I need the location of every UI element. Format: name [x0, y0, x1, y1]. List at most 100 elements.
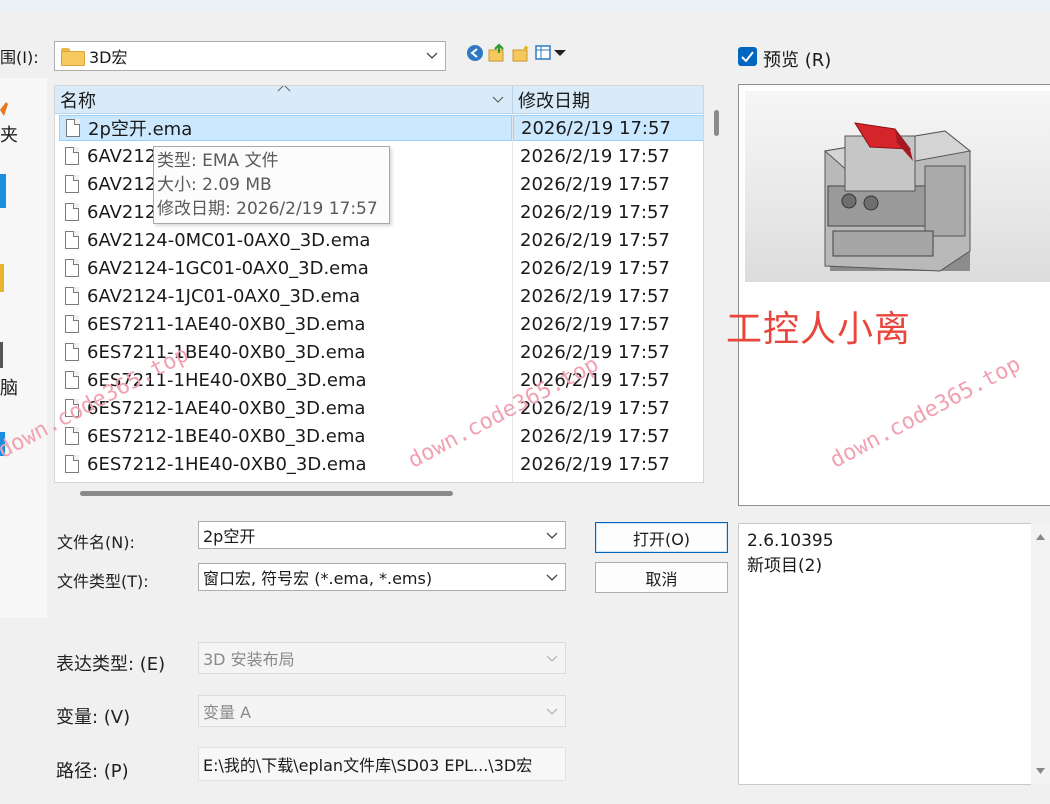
representation-type-value: 3D 安装布局 [203, 650, 295, 669]
file-name: 6AV2124-1GC01-0AX0_3D.ema [87, 257, 369, 279]
preview-info-project: 新项目(2) [747, 556, 823, 576]
file-name: 6ES7212-1HE40-0XB0_3D.ema [87, 453, 367, 475]
look-in-combobox[interactable]: 3D宏 [54, 41, 446, 71]
chevron-down-icon [546, 708, 558, 715]
file-icon [65, 343, 79, 361]
file-name: 6ES7212-1BE40-0XB0_3D.ema [87, 425, 366, 447]
file-row[interactable]: 6AV2124-1GC01-0AX0_3D.ema 2026/2/19 17:57 [55, 254, 703, 282]
file-row[interactable]: 6ES7212-1AE40-0XB0_3D.ema 2026/2/19 17:57 [55, 394, 703, 422]
places-item-desktop[interactable] [0, 174, 47, 208]
file-name-cell[interactable]: 6AV2124-1GC01-0AX0_3D.ema [59, 255, 512, 281]
places-item-computer[interactable]: 脑 [0, 342, 47, 400]
file-icon [65, 287, 79, 305]
file-icon [66, 119, 80, 137]
file-name-cell[interactable]: 6AV2124-0MC01-0AX0_3D.ema [59, 227, 512, 253]
file-date: 2026/2/19 17:57 [520, 453, 670, 475]
file-date: 2026/2/19 17:57 [520, 201, 670, 223]
places-bar: 夹 脑 [0, 78, 47, 618]
chevron-down-icon[interactable] [491, 94, 505, 106]
variant-value: 变量 A [203, 703, 252, 722]
file-date: 2026/2/19 17:57 [520, 229, 670, 251]
file-icon [65, 147, 79, 165]
column-header-date[interactable]: 修改日期 [513, 86, 703, 114]
representation-type-label: 表达类型: (E) [56, 654, 166, 675]
file-name: 6AV212 [87, 173, 157, 195]
file-date: 2026/2/19 17:57 [513, 115, 703, 141]
preview-info-version: 2.6.10395 [747, 531, 834, 551]
file-name: 6AV212 [87, 145, 157, 167]
back-icon[interactable] [464, 43, 486, 63]
up-folder-icon[interactable] [486, 43, 508, 63]
variant-select[interactable]: 变量 A [198, 695, 566, 727]
vertical-scrollbar-thumb[interactable] [714, 110, 719, 136]
path-field[interactable]: E:\我的\下载\eplan文件库\SD03 EPL...\3D宏 [198, 747, 566, 781]
cancel-button[interactable]: 取消 [595, 562, 728, 593]
filetype-value: 窗口宏, 符号宏 (*.ema, *.ems) [203, 569, 433, 588]
file-date: 2026/2/19 17:57 [520, 257, 670, 279]
variant-label: 变量: (V) [56, 707, 131, 728]
file-icon [65, 231, 79, 249]
file-row[interactable]: 2p空开.ema 2026/2/19 17:57 [55, 114, 703, 142]
file-list[interactable]: 名称 修改日期 2p空开.ema 2026/2/19 17:57 6AV212 202… [54, 85, 704, 483]
file-row[interactable]: 6AV2124-0MC01-0AX0_3D.ema 2026/2/19 17:57 [55, 226, 703, 254]
file-date: 2026/2/19 17:57 [520, 285, 670, 307]
open-button[interactable]: 打开(O) [595, 522, 728, 553]
check-icon [741, 51, 754, 62]
file-icon [65, 455, 79, 473]
places-item-favorites[interactable]: 夹 [0, 100, 47, 147]
chevron-down-icon [426, 52, 438, 59]
file-row[interactable]: 6ES7212-1HE40-0XB0_3D.ema 2026/2/19 17:57 [55, 450, 703, 478]
chevron-down-icon [546, 655, 558, 662]
file-name: 6ES7211-1AE40-0XB0_3D.ema [87, 313, 366, 335]
file-icon [65, 259, 79, 277]
file-name-cell[interactable]: 6ES7211-1AE40-0XB0_3D.ema [59, 311, 512, 337]
file-row[interactable]: 6ES7211-1AE40-0XB0_3D.ema 2026/2/19 17:57 [55, 310, 703, 338]
tooltip-size: 大小: 2.09 MB [157, 175, 272, 195]
tooltip-modified: 修改日期: 2026/2/19 17:57 [157, 199, 378, 219]
filename-input[interactable]: 2p空开 [198, 521, 566, 549]
file-tooltip: 类型: EMA 文件 大小: 2.09 MB 修改日期: 2026/2/19 1… [153, 146, 390, 224]
file-date: 2026/2/19 17:57 [520, 425, 670, 447]
preview-label: 预览 (R) [763, 50, 832, 71]
column-header-date-label: 修改日期 [518, 90, 590, 112]
folder-icon [61, 48, 85, 66]
file-date: 2026/2/19 17:57 [520, 313, 670, 335]
preview-image-breaker [745, 91, 1050, 282]
file-name-cell[interactable]: 6AV2124-1JC01-0AX0_3D.ema [59, 283, 512, 309]
filename-label: 文件名(N): [57, 533, 135, 552]
filetype-select[interactable]: 窗口宏, 符号宏 (*.ema, *.ems) [198, 563, 566, 591]
file-name: 6AV2124-1JC01-0AX0_3D.ema [87, 285, 361, 307]
places-item-libraries[interactable] [0, 264, 47, 292]
scroll-up-icon[interactable] [1035, 533, 1046, 541]
chevron-down-icon[interactable] [545, 528, 559, 542]
representation-type-select[interactable]: 3D 安装布局 [198, 642, 566, 674]
filetype-label: 文件类型(T): [57, 572, 149, 591]
view-menu-icon[interactable] [534, 43, 568, 63]
file-name: 6ES7211-1BE40-0XB0_3D.ema [87, 341, 366, 363]
column-header-name[interactable]: 名称 [55, 86, 513, 114]
computer-icon [0, 342, 3, 368]
file-name-cell[interactable]: 2p空开.ema [59, 115, 512, 141]
horizontal-scrollbar-thumb[interactable] [80, 491, 453, 496]
path-label: 路径: (P) [56, 761, 129, 782]
new-folder-icon[interactable] [510, 43, 532, 63]
file-row[interactable]: 6AV2124-1JC01-0AX0_3D.ema 2026/2/19 17:57 [55, 282, 703, 310]
chevron-down-icon [546, 574, 558, 581]
look-in-value: 3D宏 [89, 48, 128, 67]
scroll-down-icon[interactable] [1035, 767, 1046, 775]
file-name-cell[interactable]: 6ES7211-1BE40-0XB0_3D.ema [59, 339, 512, 365]
filename-value: 2p空开 [203, 527, 256, 546]
preview-checkbox[interactable] [738, 47, 757, 66]
file-row[interactable]: 6ES7212-1BE40-0XB0_3D.ema 2026/2/19 17:57 [55, 422, 703, 450]
window-top-strip [0, 0, 1050, 12]
tooltip-type: 类型: EMA 文件 [157, 151, 279, 171]
file-name: 2p空开.ema [88, 119, 193, 140]
library-icon [0, 264, 4, 292]
file-name: 6ES7212-1AE40-0XB0_3D.ema [87, 397, 366, 419]
info-scrollbar[interactable] [1031, 523, 1050, 785]
circuit-breaker-icon [823, 122, 972, 272]
desktop-icon [0, 174, 6, 208]
brand-watermark: 工控人小离 [726, 309, 912, 350]
star-icon [0, 102, 8, 116]
file-date: 2026/2/19 17:57 [520, 341, 670, 363]
